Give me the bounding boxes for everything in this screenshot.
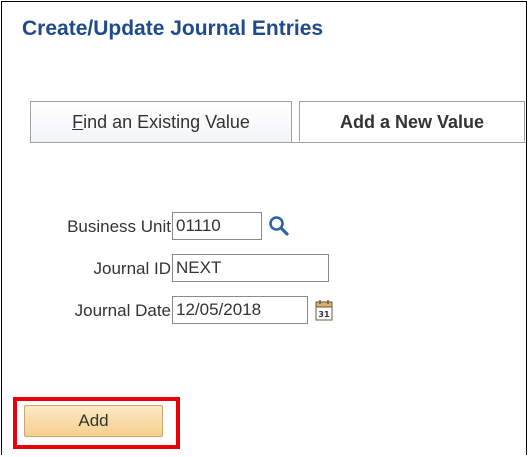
add-button[interactable]: Add: [24, 405, 163, 437]
tab-add-new-value[interactable]: Add a New Value: [299, 101, 525, 143]
journal-id-input[interactable]: [172, 254, 329, 282]
tab-hotkey: F: [72, 112, 84, 132]
journal-date-input[interactable]: [172, 296, 308, 324]
calendar-day-text: 31: [318, 310, 330, 319]
tab-label: ind an Existing Value: [83, 112, 250, 132]
journal-date-label: Journal Date: [74, 301, 171, 320]
tab-divider: [30, 142, 526, 143]
search-icon[interactable]: [267, 214, 291, 238]
tab-find-existing-value[interactable]: Find an Existing Value: [30, 101, 292, 143]
page-title: Create/Update Journal Entries: [22, 17, 324, 40]
business-unit-label: Business Unit: [67, 217, 171, 236]
journal-id-label: Journal ID: [93, 259, 171, 278]
tab-label: Add a New Value: [339, 112, 485, 132]
calendar-icon[interactable]: 31: [315, 299, 333, 321]
business-unit-input[interactable]: [172, 212, 262, 240]
